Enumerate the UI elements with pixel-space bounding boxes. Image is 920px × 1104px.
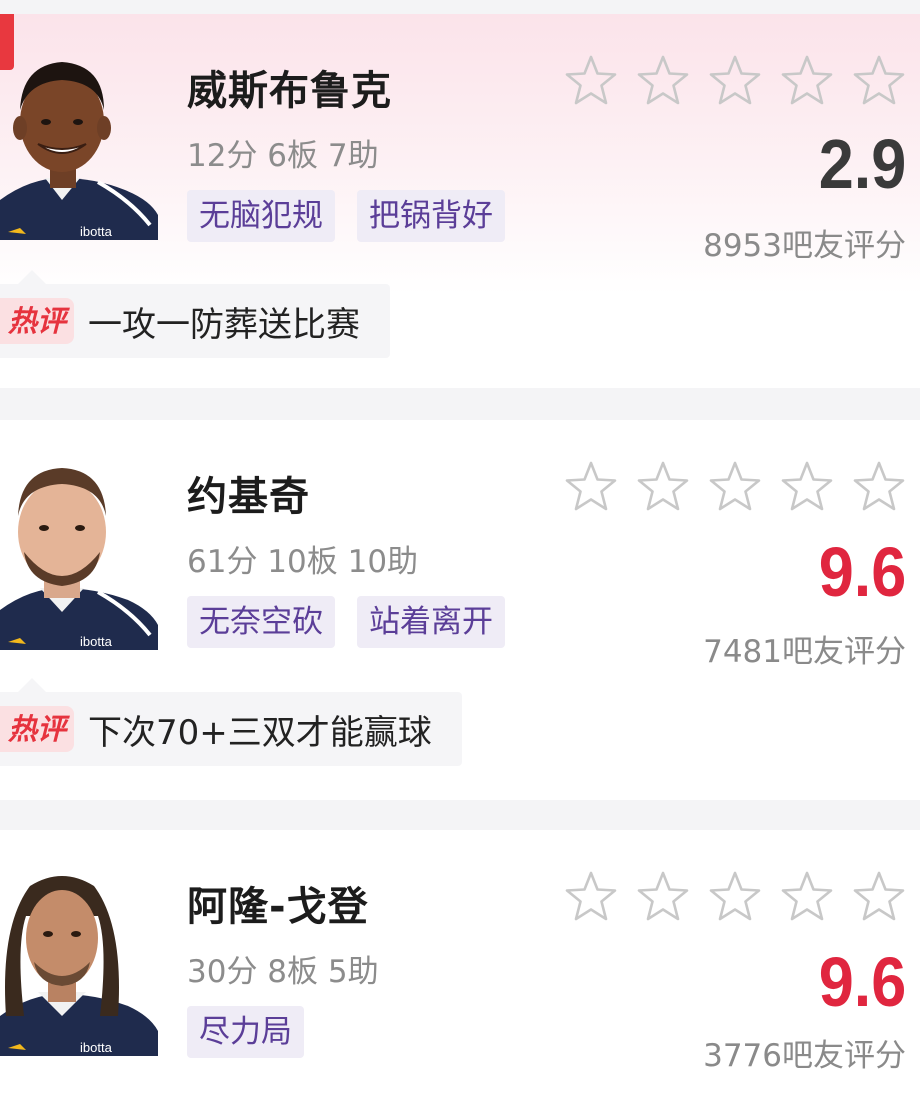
rating-count: 7481吧友评分 <box>703 634 906 670</box>
hot-comment-text: 一攻一防葬送比赛 <box>88 304 361 345</box>
star-icon[interactable] <box>852 870 906 922</box>
player-stats: 61分 10板 10助 <box>187 544 419 580</box>
star-icon[interactable] <box>780 870 834 922</box>
star-icon[interactable] <box>708 870 762 922</box>
westbrook-avatar-icon: ibotta <box>0 62 158 240</box>
rating-stars[interactable] <box>564 870 906 922</box>
star-icon[interactable] <box>852 54 906 106</box>
svg-text:ibotta: ibotta <box>80 1040 113 1055</box>
star-icon[interactable] <box>636 460 690 512</box>
jokic-avatar-icon: ibotta <box>0 468 158 650</box>
tag-chip[interactable]: 无脑犯规 <box>187 190 335 242</box>
player-avatar[interactable]: ibotta <box>0 866 158 1056</box>
hot-comment[interactable]: 热评 一攻一防葬送比赛 <box>0 270 391 358</box>
tag-chip[interactable]: 无奈空砍 <box>187 596 335 648</box>
rating-stars[interactable] <box>564 460 906 512</box>
star-icon[interactable] <box>780 460 834 512</box>
player-tags: 无奈空砍 站着离开 <box>187 596 505 648</box>
hot-comment-text: 下次70+三双才能赢球 <box>88 712 432 753</box>
player-stats: 30分 8板 5助 <box>187 954 379 990</box>
star-icon[interactable] <box>564 54 618 106</box>
player-score: 2.9 <box>818 125 906 203</box>
star-icon[interactable] <box>780 54 834 106</box>
player-stats: 12分 6板 7助 <box>187 138 379 174</box>
hot-comment[interactable]: 热评 下次70+三双才能赢球 <box>0 678 462 766</box>
tag-chip[interactable]: 把锅背好 <box>357 190 505 242</box>
hot-comment-badge: 热评 <box>0 706 75 752</box>
rating-stars[interactable] <box>564 54 906 106</box>
tag-chip[interactable]: 尽力局 <box>187 1006 304 1058</box>
player-tags: 尽力局 <box>187 1006 304 1058</box>
star-icon[interactable] <box>564 870 618 922</box>
star-icon[interactable] <box>852 460 906 512</box>
player-name[interactable]: 约基奇 <box>187 464 310 522</box>
player-score: 9.6 <box>818 533 906 611</box>
tag-chip[interactable]: 站着离开 <box>357 596 505 648</box>
player-card-jokic[interactable]: ibotta 约基奇 61分 10板 10助 无奈空砍 站着离开 9.6 748… <box>0 420 920 800</box>
player-name[interactable]: 阿隆-戈登 <box>187 874 369 932</box>
player-avatar[interactable]: ibotta <box>0 50 158 240</box>
star-icon[interactable] <box>708 460 762 512</box>
player-name[interactable]: 威斯布鲁克 <box>187 58 392 116</box>
hot-comment-badge: 热评 <box>0 298 75 344</box>
rating-count: 3776吧友评分 <box>703 1038 906 1074</box>
star-icon[interactable] <box>564 460 618 512</box>
rating-count: 8953吧友评分 <box>703 228 906 264</box>
star-icon[interactable] <box>636 54 690 106</box>
gordon-avatar-icon: ibotta <box>0 876 158 1056</box>
player-card-westbrook[interactable]: ibotta 威斯布鲁克 12分 6板 7助 无脑犯规 把锅背好 2.9 895… <box>0 14 920 388</box>
svg-text:ibotta: ibotta <box>80 634 113 649</box>
star-icon[interactable] <box>636 870 690 922</box>
star-icon[interactable] <box>708 54 762 106</box>
player-tags: 无脑犯规 把锅背好 <box>187 190 505 242</box>
player-score: 9.6 <box>818 943 906 1021</box>
player-card-gordon[interactable]: ibotta 阿隆-戈登 30分 8板 5助 尽力局 9.6 3776吧友评分 <box>0 830 920 1104</box>
player-avatar[interactable]: ibotta <box>0 460 158 650</box>
svg-text:ibotta: ibotta <box>80 224 113 239</box>
